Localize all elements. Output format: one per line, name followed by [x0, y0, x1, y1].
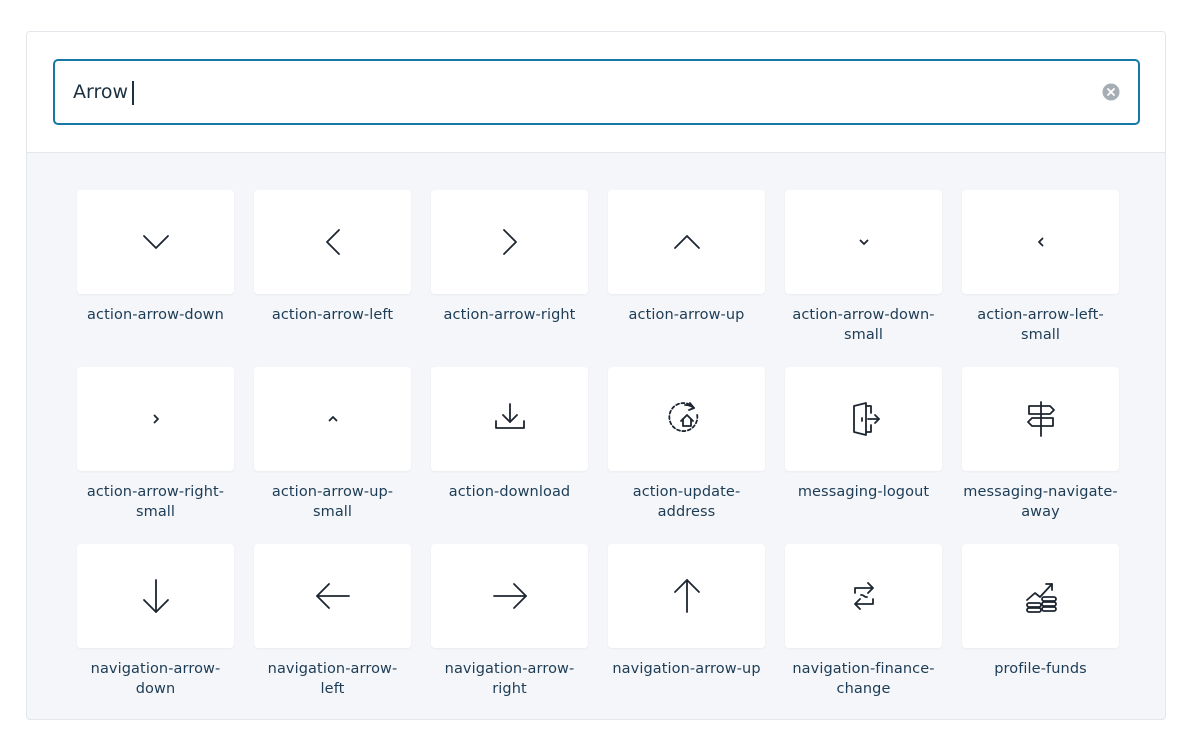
icon-preview[interactable] — [785, 367, 942, 471]
icon-preview[interactable] — [77, 190, 234, 294]
icon-preview[interactable] — [431, 367, 588, 471]
icon-label: messaging-logout — [797, 484, 930, 500]
signpost-icon — [1026, 401, 1055, 437]
icon-label: navigation-arrow-right — [444, 661, 575, 697]
icon-label: messaging-navigate-away — [963, 484, 1118, 520]
icon-preview[interactable] — [608, 544, 765, 648]
icon-label: action-arrow-down-small — [792, 307, 935, 343]
search-input[interactable] — [73, 61, 1073, 123]
icon-preview[interactable] — [608, 367, 765, 471]
icon-label: navigation-arrow-up — [612, 661, 761, 677]
icon-preview[interactable] — [608, 190, 765, 294]
icon-tile-action-update-address[interactable]: action-update-address — [608, 367, 765, 544]
arrow-up-icon — [673, 579, 700, 613]
icon-tile-action-arrow-left[interactable]: action-arrow-left — [254, 190, 411, 367]
icon-tile-profile-funds[interactable]: profile-funds — [962, 544, 1119, 719]
icon-tile-action-arrow-up-small[interactable]: action-arrow-up-small — [254, 367, 411, 544]
icon-label: navigation-arrow-down — [90, 661, 221, 697]
icon-preview[interactable] — [431, 544, 588, 648]
icon-label: navigation-finance-change — [792, 661, 935, 697]
icon-tile-action-download[interactable]: action-download — [431, 367, 588, 544]
funds-icon — [1025, 583, 1057, 613]
clear-circle-icon — [1102, 83, 1120, 101]
icon-tile-action-arrow-left-small[interactable]: action-arrow-left-small — [962, 190, 1119, 367]
icon-label: action-arrow-up-small — [271, 484, 394, 520]
icon-tile-action-arrow-down[interactable]: action-arrow-down — [77, 190, 234, 367]
icon-tile-navigation-finance-change[interactable]: navigation-finance-change — [785, 544, 942, 719]
icon-tile-navigation-arrow-left[interactable]: navigation-arrow-left — [254, 544, 411, 719]
icon-label: action-arrow-down — [87, 307, 224, 323]
logout-icon — [852, 402, 880, 436]
icon-tile-messaging-logout[interactable]: messaging-logout — [785, 367, 942, 544]
icon-tile-action-arrow-right-small[interactable]: action-arrow-right-small — [77, 367, 234, 544]
update-address-icon — [667, 402, 698, 432]
icon-search-panel: action-arrow-down action-arrow-left action… — [26, 31, 1166, 720]
icon-preview[interactable] — [254, 544, 411, 648]
chevron-up-small-icon — [328, 416, 337, 422]
icon-label: action-arrow-left-small — [977, 307, 1104, 343]
icon-tile-action-arrow-down-small[interactable]: action-arrow-down-small — [785, 190, 942, 367]
icon-label: profile-funds — [994, 661, 1087, 677]
icon-label: action-arrow-right — [443, 307, 576, 323]
icon-tile-action-arrow-right[interactable]: action-arrow-right — [431, 190, 588, 367]
icon-preview[interactable] — [77, 544, 234, 648]
arrow-down-icon — [142, 579, 169, 613]
icon-preview[interactable] — [254, 367, 411, 471]
icon-preview[interactable] — [77, 367, 234, 471]
icon-tile-navigation-arrow-right[interactable]: navigation-arrow-right — [431, 544, 588, 719]
icon-tile-navigation-arrow-up[interactable]: navigation-arrow-up — [608, 544, 765, 719]
arrow-right-icon — [492, 583, 527, 609]
clear-search-button[interactable] — [1102, 83, 1120, 101]
icon-tile-action-arrow-up[interactable]: action-arrow-up — [608, 190, 765, 367]
icon-grid: action-arrow-down action-arrow-left action… — [77, 190, 1119, 719]
icon-preview[interactable] — [785, 190, 942, 294]
chevron-right-icon — [502, 229, 517, 255]
icon-label: action-arrow-left — [271, 307, 394, 323]
icon-preview[interactable] — [962, 367, 1119, 471]
chevron-left-icon — [325, 229, 340, 255]
icon-preview[interactable] — [431, 190, 588, 294]
search-box[interactable] — [53, 59, 1140, 125]
icon-tile-navigation-arrow-down[interactable]: navigation-arrow-down — [77, 544, 234, 719]
icon-preview[interactable] — [785, 544, 942, 648]
icon-label: action-download — [448, 484, 571, 500]
icon-preview[interactable] — [962, 544, 1119, 648]
chevron-up-icon — [673, 235, 700, 249]
icon-preview[interactable] — [962, 190, 1119, 294]
arrow-left-icon — [315, 583, 350, 609]
chevron-left-small-icon — [1037, 237, 1043, 247]
icon-label: action-update-address — [632, 484, 741, 520]
icon-preview[interactable] — [254, 190, 411, 294]
chevron-right-small-icon — [153, 414, 159, 424]
icon-label: action-arrow-up — [628, 307, 745, 323]
search-area — [27, 32, 1165, 153]
text-caret — [132, 81, 134, 105]
icon-label: action-arrow-right-small — [86, 484, 225, 520]
download-icon — [494, 403, 525, 429]
chevron-down-icon — [142, 235, 169, 249]
finance-change-icon — [853, 582, 874, 610]
chevron-down-small-icon — [859, 239, 868, 245]
icon-tile-messaging-navigate-away[interactable]: messaging-navigate-away — [962, 367, 1119, 544]
icon-label: navigation-arrow-left — [267, 661, 398, 697]
